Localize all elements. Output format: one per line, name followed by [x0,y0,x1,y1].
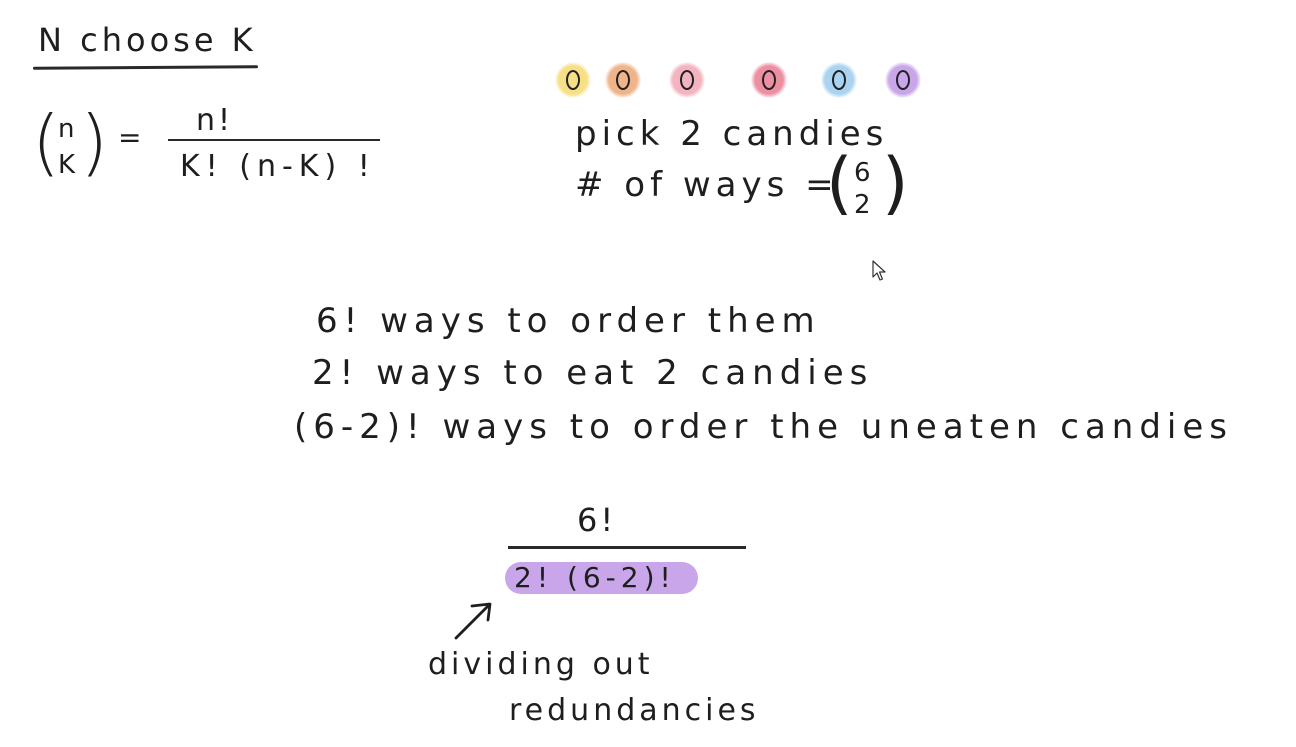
right-paren: ) [80,100,109,184]
binom-top: 6 [854,158,874,188]
statement-order-uneaten: (6-2)! ways to order the uneaten candies [294,407,1233,447]
candy-outline [680,70,694,90]
candy-outline [896,70,910,90]
pink-candy [669,62,705,98]
candy-outline [832,70,846,90]
right-paren: ) [882,144,909,223]
left-paren: ( [32,100,61,184]
title-underline [32,65,259,70]
arrow-up-right-icon [454,602,492,640]
candy-row [555,62,935,102]
rose-candy [751,62,787,98]
binom-bottom: 2 [854,190,874,220]
blue-candy [821,62,857,98]
annotation-line-1: dividing out [428,647,654,682]
result-numerator: 6! [577,501,617,539]
whiteboard-canvas: N choose K ( n K ) = n! K! (n-K) ! pick … [0,0,1296,747]
formula-fraction-bar [168,139,380,141]
yellow-candy [555,62,591,98]
statement-order-all: 6! ways to order them [316,301,821,341]
left-paren: ( [826,144,853,223]
candy-outline [762,70,776,90]
mouse-cursor-icon [872,260,886,281]
candy-outline [616,70,630,90]
equals-sign: = [118,121,145,154]
binomial-n-k: ( n K ) [32,100,112,188]
annotation-line-2: redundancies [509,693,760,728]
statement-eat-candies: 2! ways to eat 2 candies [312,353,874,393]
orange-candy [605,62,641,98]
ways-label: # of ways = [575,165,839,205]
formula-denominator: K! (n-K) ! [180,149,376,184]
binomial-6-2: ( 6 2 ) [826,150,916,234]
binom-top: n [58,114,78,144]
result-fraction-bar [508,546,746,549]
candy-outline [566,70,580,90]
purple-candy [885,62,921,98]
formula-numerator: n! [196,103,234,138]
result-denominator: 2! (6-2)! [514,561,676,594]
page-title: N choose K [38,21,257,59]
binom-bottom: K [58,150,79,180]
